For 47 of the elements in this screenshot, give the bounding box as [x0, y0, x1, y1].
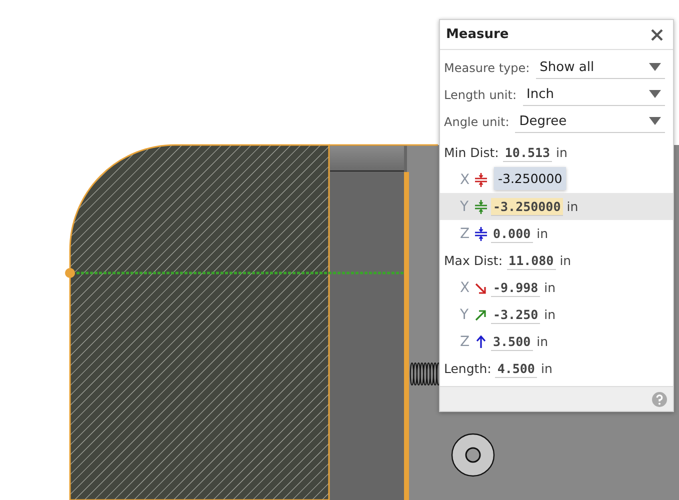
setting-label: Measure type:: [444, 60, 530, 74]
unit-label: in: [560, 253, 572, 268]
measurement-row[interactable]: X -9.998 in: [440, 274, 673, 301]
measurement-row[interactable]: Z 0.000 in: [440, 220, 673, 247]
caret-icon: [649, 90, 661, 98]
thread-drawing: [410, 362, 440, 386]
unit-label: in: [540, 361, 552, 376]
axis-label: Z: [460, 334, 471, 350]
setting-label: Angle unit:: [444, 114, 510, 128]
value-field[interactable]: 0.000: [491, 224, 533, 242]
washer-drawing: [451, 433, 495, 477]
setting-label: Length unit:: [444, 88, 516, 102]
caret-icon: [649, 117, 661, 125]
unit-label: in: [544, 280, 556, 295]
unit-label: in: [536, 226, 548, 241]
axis-label: X: [460, 280, 471, 296]
caret-icon: [649, 63, 661, 71]
close-icon: [649, 26, 665, 42]
value-field[interactable]: 10.513: [502, 144, 552, 162]
axis-label: Y: [460, 306, 470, 322]
measure-point[interactable]: [65, 268, 75, 278]
unit-label: in: [556, 145, 568, 160]
axis-label: X: [460, 172, 471, 188]
axis-label: Y: [460, 198, 470, 214]
value-field[interactable]: 11.080: [506, 252, 556, 270]
row-label: Length:: [444, 361, 492, 376]
panel-title: Measure: [446, 27, 509, 42]
close-button[interactable]: [649, 26, 665, 42]
row-label: Max Dist:: [444, 253, 503, 268]
row-label: Min Dist:: [444, 145, 499, 160]
value-field[interactable]: -9.998: [491, 278, 540, 296]
unit-dropdown[interactable]: Show all: [536, 56, 665, 79]
value-field[interactable]: -3.250000: [491, 198, 563, 216]
value-tooltip: -3.250000: [494, 167, 566, 190]
measurement-row[interactable]: Y -3.250000 in: [440, 193, 673, 220]
value-field[interactable]: 3.500: [491, 332, 533, 350]
measurement-row[interactable]: Z 3.500 in: [440, 328, 673, 355]
value-field[interactable]: -3.250: [491, 306, 540, 324]
unit-dropdown[interactable]: Degree: [515, 110, 665, 133]
unit-label: in: [536, 334, 548, 349]
measurement-row[interactable]: Y -3.250 in: [440, 301, 673, 328]
unit-label: in: [566, 199, 578, 214]
unit-dropdown[interactable]: Inch: [522, 83, 665, 106]
value-field[interactable]: 4.500: [495, 360, 537, 378]
measurement-row[interactable]: X -3.250000: [440, 166, 673, 193]
unit-label: in: [544, 307, 556, 322]
axis-label: Z: [460, 226, 471, 242]
